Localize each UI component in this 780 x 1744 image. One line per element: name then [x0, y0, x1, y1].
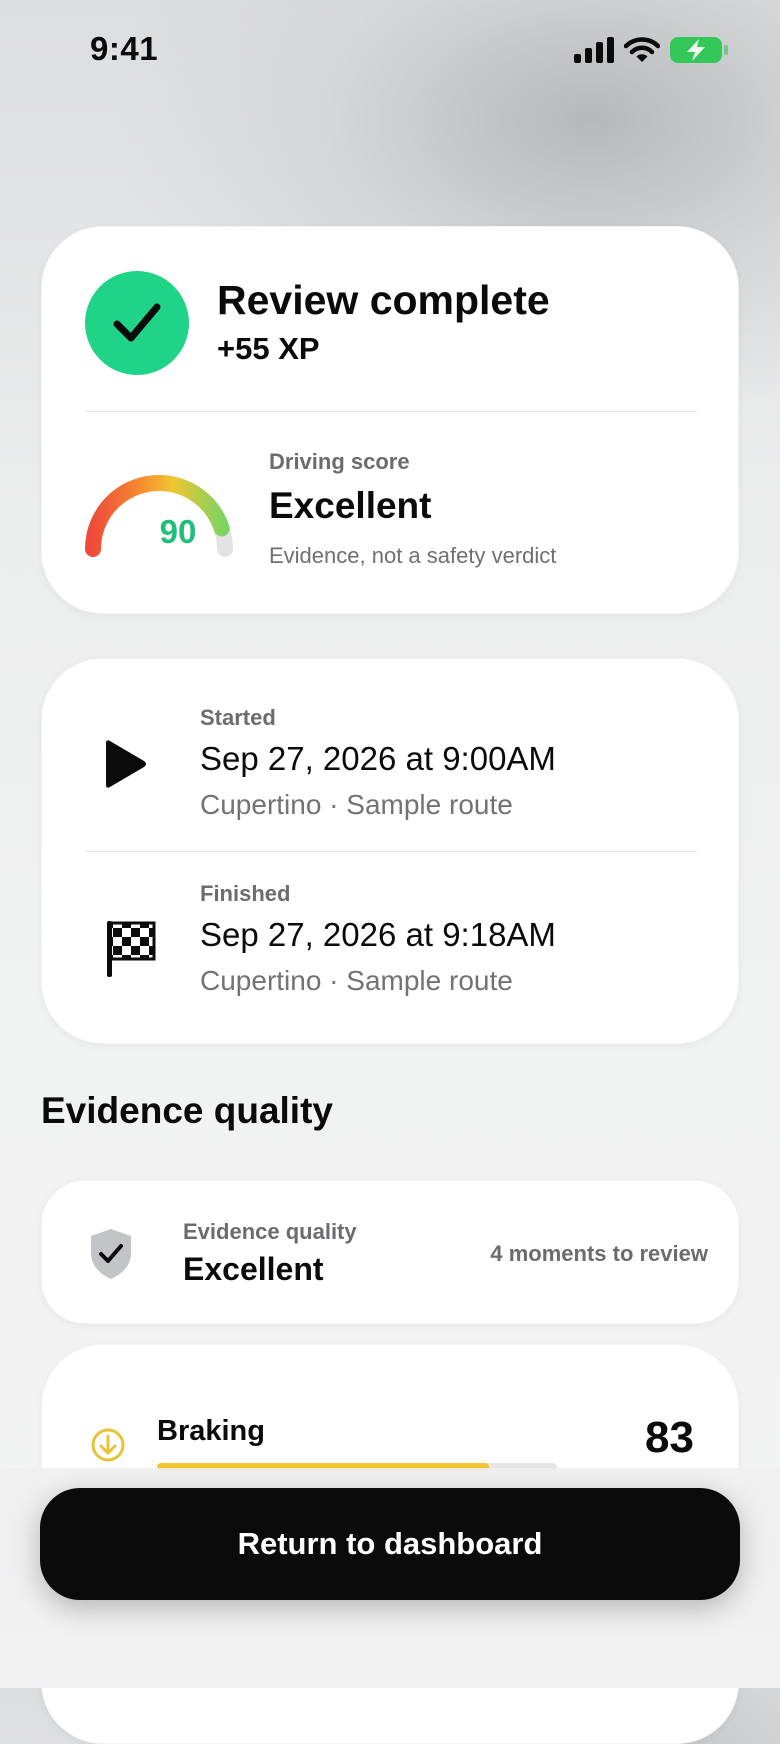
- review-summary-card: Review complete +55 XP 90 Driving score …: [41, 226, 739, 614]
- driving-score-note: Evidence, not a safety verdict: [269, 543, 557, 568]
- status-icons: [574, 36, 728, 64]
- status-bar: 9:41: [0, 0, 780, 100]
- review-title: Review complete: [217, 277, 550, 323]
- arrow-down-circle-icon: [91, 1428, 125, 1462]
- xp-earned: +55 XP: [217, 331, 320, 366]
- driving-score-rating: Excellent: [269, 485, 432, 526]
- shield-check-icon: [91, 1229, 131, 1279]
- trip-start-row: Started Sep 27, 2026 at 9:00AM Cupertino…: [42, 659, 738, 835]
- wifi-icon: [624, 37, 660, 62]
- check-circle: [85, 271, 189, 375]
- cellular-signal-icon: [574, 37, 614, 63]
- checkered-flag-icon: [107, 921, 156, 977]
- summary-divider: [85, 411, 697, 412]
- status-time: 9:41: [90, 30, 159, 67]
- trip-start-place: Cupertino · Sample route: [200, 789, 513, 820]
- evidence-quality-card[interactable]: Evidence quality Excellent 4 moments to …: [41, 1180, 739, 1324]
- moments-to-review[interactable]: 4 moments to review: [490, 1241, 708, 1267]
- evidence-quality-label: Evidence quality: [183, 1219, 357, 1244]
- trip-finish-label: Finished: [200, 881, 291, 906]
- return-to-dashboard-button[interactable]: Return to dashboard: [40, 1488, 740, 1600]
- checkmark-icon: [113, 303, 161, 342]
- metric-label: Braking: [157, 1415, 265, 1447]
- trip-finish-time: Sep 27, 2026 at 9:18AM: [200, 916, 556, 953]
- driving-score-label: Driving score: [269, 449, 410, 474]
- trip-finish-row: Finished Sep 27, 2026 at 9:18AM Cupertin…: [42, 835, 738, 1011]
- trip-start-time: Sep 27, 2026 at 9:00AM: [200, 740, 556, 777]
- trip-start-label: Started: [200, 705, 276, 730]
- battery-charging-icon: [670, 37, 728, 63]
- driving-score-value: 90: [159, 513, 197, 550]
- metric-score: 83: [645, 1413, 694, 1462]
- trip-finish-place: Cupertino · Sample route: [200, 965, 513, 996]
- trip-details-card: Started Sep 27, 2026 at 9:00AM Cupertino…: [41, 658, 739, 1044]
- evidence-quality-value: Excellent: [183, 1251, 324, 1287]
- play-icon: [106, 740, 146, 788]
- evidence-section-title: Evidence quality: [41, 1090, 333, 1131]
